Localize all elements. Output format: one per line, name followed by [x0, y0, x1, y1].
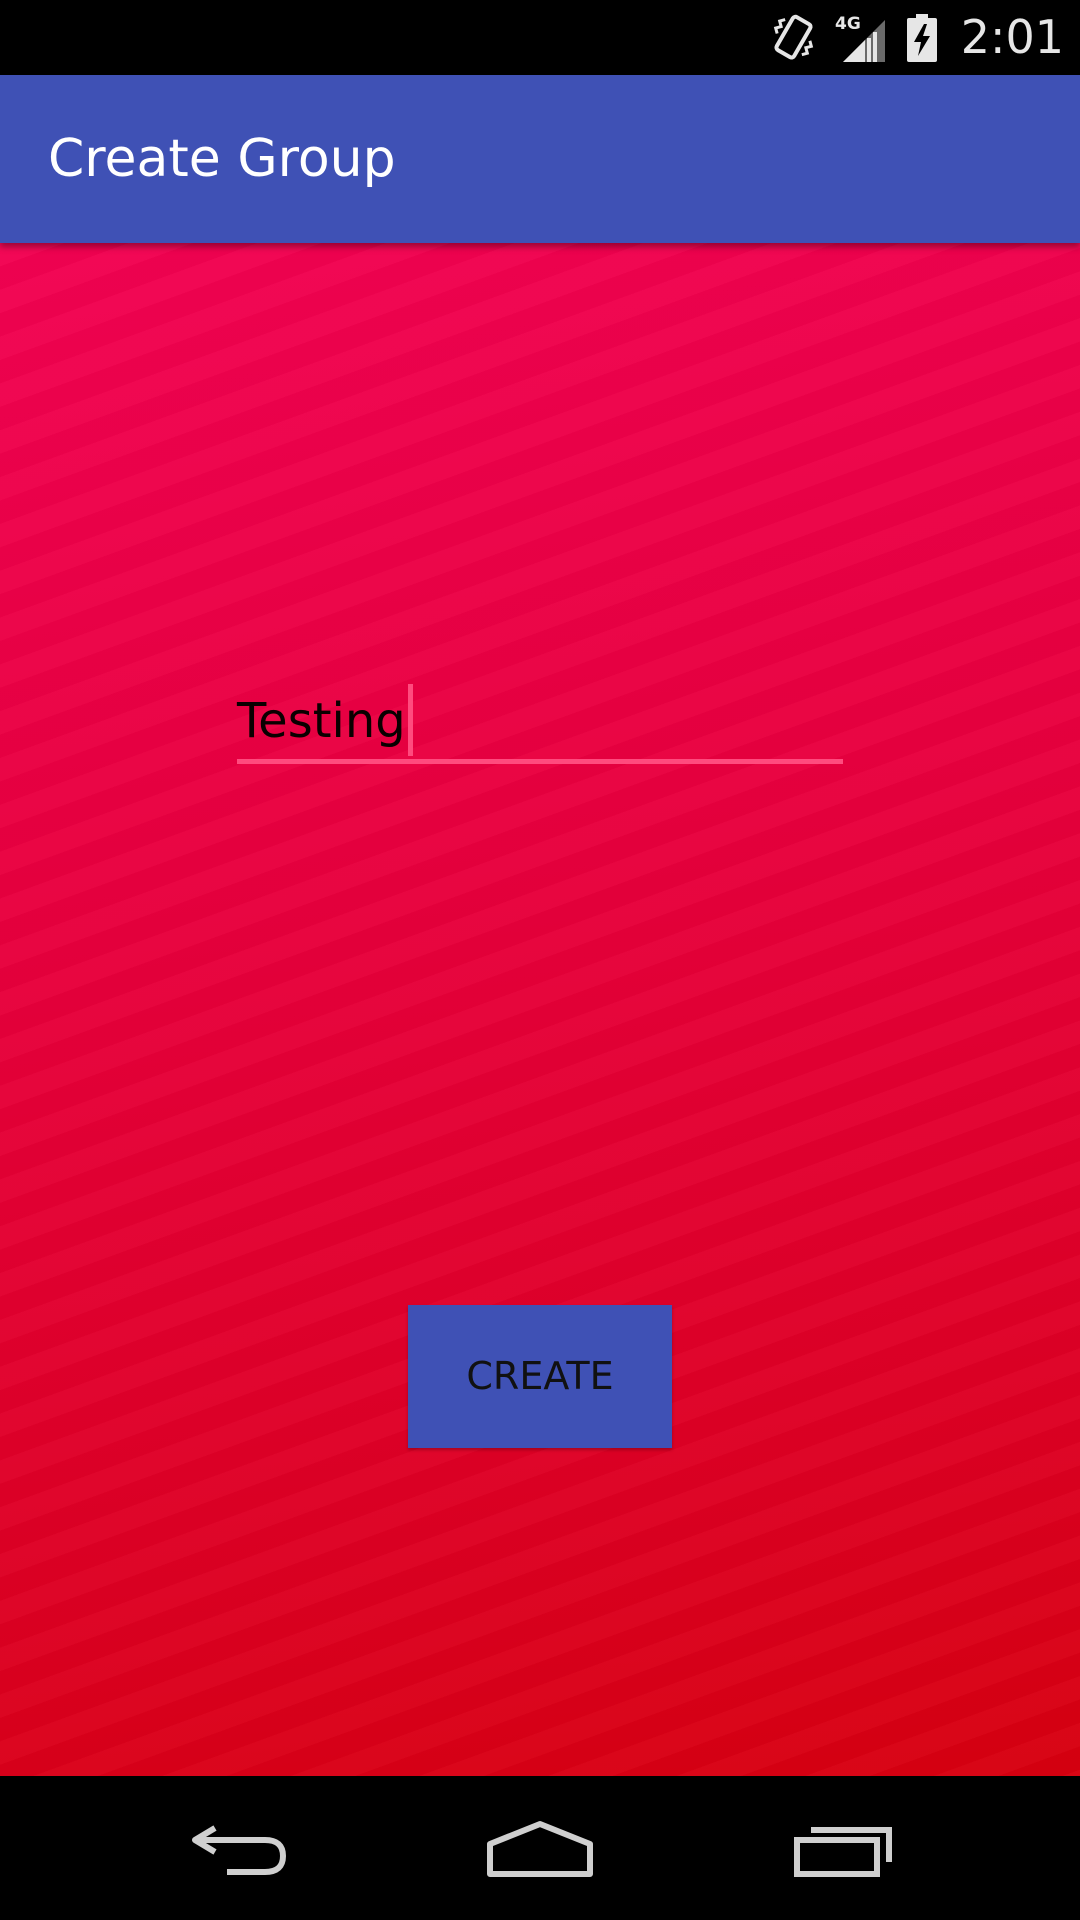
input-underline [237, 759, 843, 764]
home-button[interactable] [450, 1776, 630, 1920]
vibrate-icon [773, 14, 813, 59]
network-label: 4G [835, 14, 861, 34]
status-time: 2:01 [960, 10, 1064, 64]
text-cursor [407, 684, 413, 756]
group-name-text: Testing [237, 693, 406, 749]
screen: 4G 2:01 Create Group Testing CREATE [0, 0, 1080, 1920]
navigation-bar [0, 1776, 1080, 1920]
recents-button[interactable] [753, 1776, 933, 1920]
status-bar: 4G 2:01 [0, 0, 1080, 75]
signal-4g-icon: 4G [835, 14, 885, 62]
status-icons: 4G 2:01 [769, 0, 1064, 75]
recents-icon [794, 1827, 892, 1877]
home-icon [487, 1821, 593, 1877]
group-name-value[interactable]: Testing [237, 679, 413, 759]
page-title: Create Group [48, 129, 396, 189]
group-name-input[interactable]: Testing [237, 679, 843, 759]
back-button[interactable] [149, 1776, 329, 1920]
back-icon [192, 1825, 287, 1875]
create-button[interactable]: CREATE [408, 1305, 672, 1448]
app-bar: Create Group [0, 75, 1080, 243]
content-area: Testing CREATE [0, 243, 1080, 1776]
battery-charging-icon [906, 13, 937, 62]
